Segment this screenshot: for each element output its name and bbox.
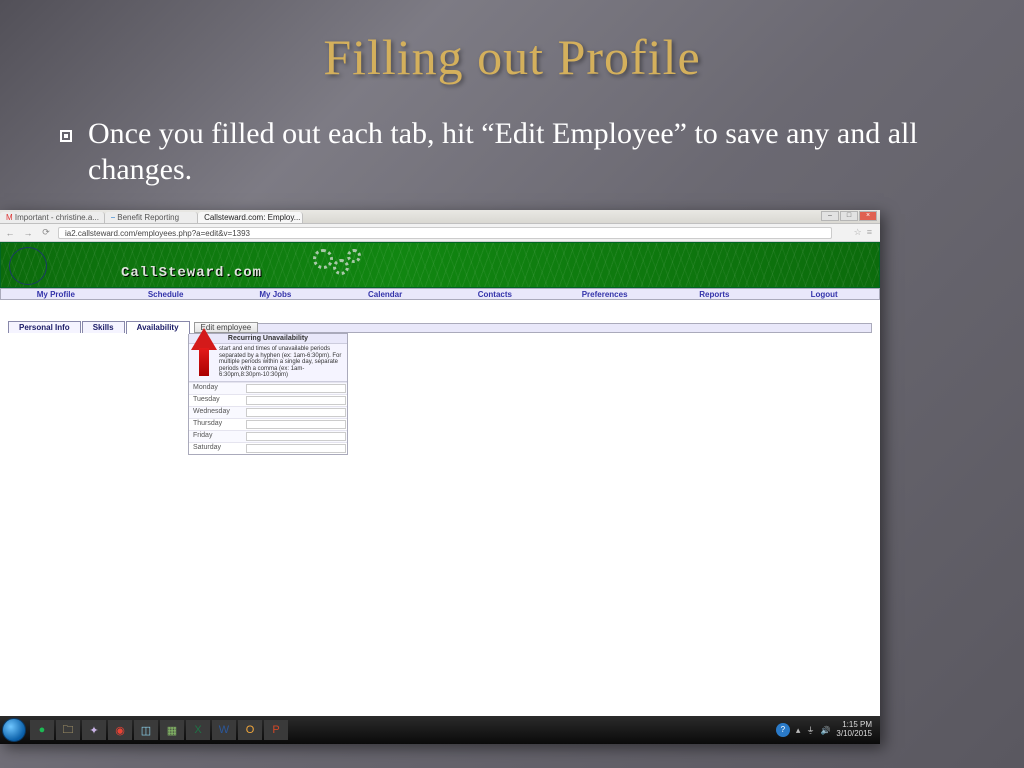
availability-row: Saturday xyxy=(189,442,347,454)
bullet-text: Once you filled out each tab, hit “Edit … xyxy=(88,116,964,188)
nav-logout[interactable]: Logout xyxy=(769,289,879,299)
taskbar-word-icon[interactable]: W xyxy=(212,720,236,740)
windows-taskbar: ● 🗀 ✦ ◉ ◫ ▦ X W O P ? ▴ ⏚ 🔊 1:15 PM 3/10… xyxy=(0,716,880,744)
address-bar[interactable]: ia2.callsteward.com/employees.php?a=edit… xyxy=(58,227,832,239)
show-hidden-icons[interactable]: ▴ xyxy=(796,725,801,736)
help-icon[interactable]: ? xyxy=(776,723,790,737)
nav-contacts[interactable]: Contacts xyxy=(440,289,550,299)
availability-row: Monday xyxy=(189,382,347,394)
taskbar-app-icon[interactable]: ◫ xyxy=(134,720,158,740)
tab-personal-info[interactable]: Personal Info xyxy=(8,321,81,333)
start-button[interactable] xyxy=(2,718,26,742)
availability-input[interactable] xyxy=(246,432,346,441)
site-banner: CallSteward.com xyxy=(0,242,880,288)
site-logo-icon xyxy=(9,247,47,285)
red-arrow-icon xyxy=(191,326,217,376)
tab-availability[interactable]: Availability xyxy=(126,321,190,334)
availability-input[interactable] xyxy=(246,396,346,405)
day-label: Thursday xyxy=(189,419,245,430)
menu-icon[interactable]: ≡ xyxy=(867,227,872,238)
gmail-icon: M xyxy=(6,213,13,222)
taskbar-excel-icon[interactable]: X xyxy=(186,720,210,740)
availability-panel: Recurring Unavailability start and end t… xyxy=(188,333,348,455)
tab-skills[interactable]: Skills xyxy=(82,321,125,333)
browser-tab[interactable]: M Important - christine.a... xyxy=(0,212,105,223)
availability-input[interactable] xyxy=(246,384,346,393)
day-label: Friday xyxy=(189,431,245,442)
back-button[interactable]: ← xyxy=(4,228,16,238)
nav-calendar[interactable]: Calendar xyxy=(330,289,440,299)
taskbar-app-icon[interactable]: ▦ xyxy=(160,720,184,740)
browser-tabstrip: M Important - christine.a... ⎯ Benefit R… xyxy=(0,210,880,224)
main-nav: My Profile Schedule My Jobs Calendar Con… xyxy=(0,288,880,300)
browser-tab-active[interactable]: Callsteward.com: Employ... xyxy=(198,212,303,223)
availability-input[interactable] xyxy=(246,444,346,453)
gears-icon xyxy=(311,247,371,285)
embedded-screenshot: M Important - christine.a... ⎯ Benefit R… xyxy=(0,210,880,744)
browser-toolbar: ← → ⟳ ia2.callsteward.com/employees.php?… xyxy=(0,224,880,242)
availability-input[interactable] xyxy=(246,408,346,417)
browser-tab[interactable]: ⎯ Benefit Reporting xyxy=(105,212,198,223)
network-icon[interactable]: ⏚ xyxy=(806,725,814,736)
nav-preferences[interactable]: Preferences xyxy=(550,289,660,299)
taskbar-app-icon[interactable]: ● xyxy=(30,720,54,740)
day-label: Saturday xyxy=(189,443,245,454)
window-minimize-button[interactable]: – xyxy=(821,211,839,221)
taskbar-powerpoint-icon[interactable]: P xyxy=(264,720,288,740)
slide-bullet: Once you filled out each tab, hit “Edit … xyxy=(0,86,1024,198)
taskbar-chrome-icon[interactable]: ◉ xyxy=(108,720,132,740)
taskbar-explorer-icon[interactable]: 🗀 xyxy=(56,720,80,740)
tab-filler xyxy=(258,323,872,333)
window-maximize-button[interactable]: □ xyxy=(840,211,858,221)
day-label: Tuesday xyxy=(189,395,245,406)
nav-schedule[interactable]: Schedule xyxy=(111,289,221,299)
availability-row: Tuesday xyxy=(189,394,347,406)
availability-row: Thursday xyxy=(189,418,347,430)
nav-my-profile[interactable]: My Profile xyxy=(1,289,111,299)
tab-icon: ⎯ xyxy=(111,213,115,222)
nav-reports[interactable]: Reports xyxy=(660,289,770,299)
reload-button[interactable]: ⟳ xyxy=(40,227,52,238)
availability-input[interactable] xyxy=(246,420,346,429)
profile-tabs: Personal Info Skills Availability Edit e… xyxy=(8,320,872,333)
volume-icon[interactable]: 🔊 xyxy=(820,726,830,735)
taskbar-outlook-icon[interactable]: O xyxy=(238,720,262,740)
nav-my-jobs[interactable]: My Jobs xyxy=(221,289,331,299)
forward-button[interactable]: → xyxy=(22,228,34,238)
day-label: Monday xyxy=(189,383,245,394)
availability-row: Friday xyxy=(189,430,347,442)
star-icon[interactable]: ☆ xyxy=(854,227,862,238)
system-clock[interactable]: 1:15 PM 3/10/2015 xyxy=(836,721,872,739)
site-brand: CallSteward.com xyxy=(121,265,262,281)
window-close-button[interactable]: × xyxy=(859,211,877,221)
availability-row: Wednesday xyxy=(189,406,347,418)
day-label: Wednesday xyxy=(189,407,245,418)
availability-hint: start and end times of unavailable perio… xyxy=(189,344,347,382)
taskbar-app-icon[interactable]: ✦ xyxy=(82,720,106,740)
slide-title: Filling out Profile xyxy=(0,0,1024,86)
bullet-icon xyxy=(60,130,72,142)
